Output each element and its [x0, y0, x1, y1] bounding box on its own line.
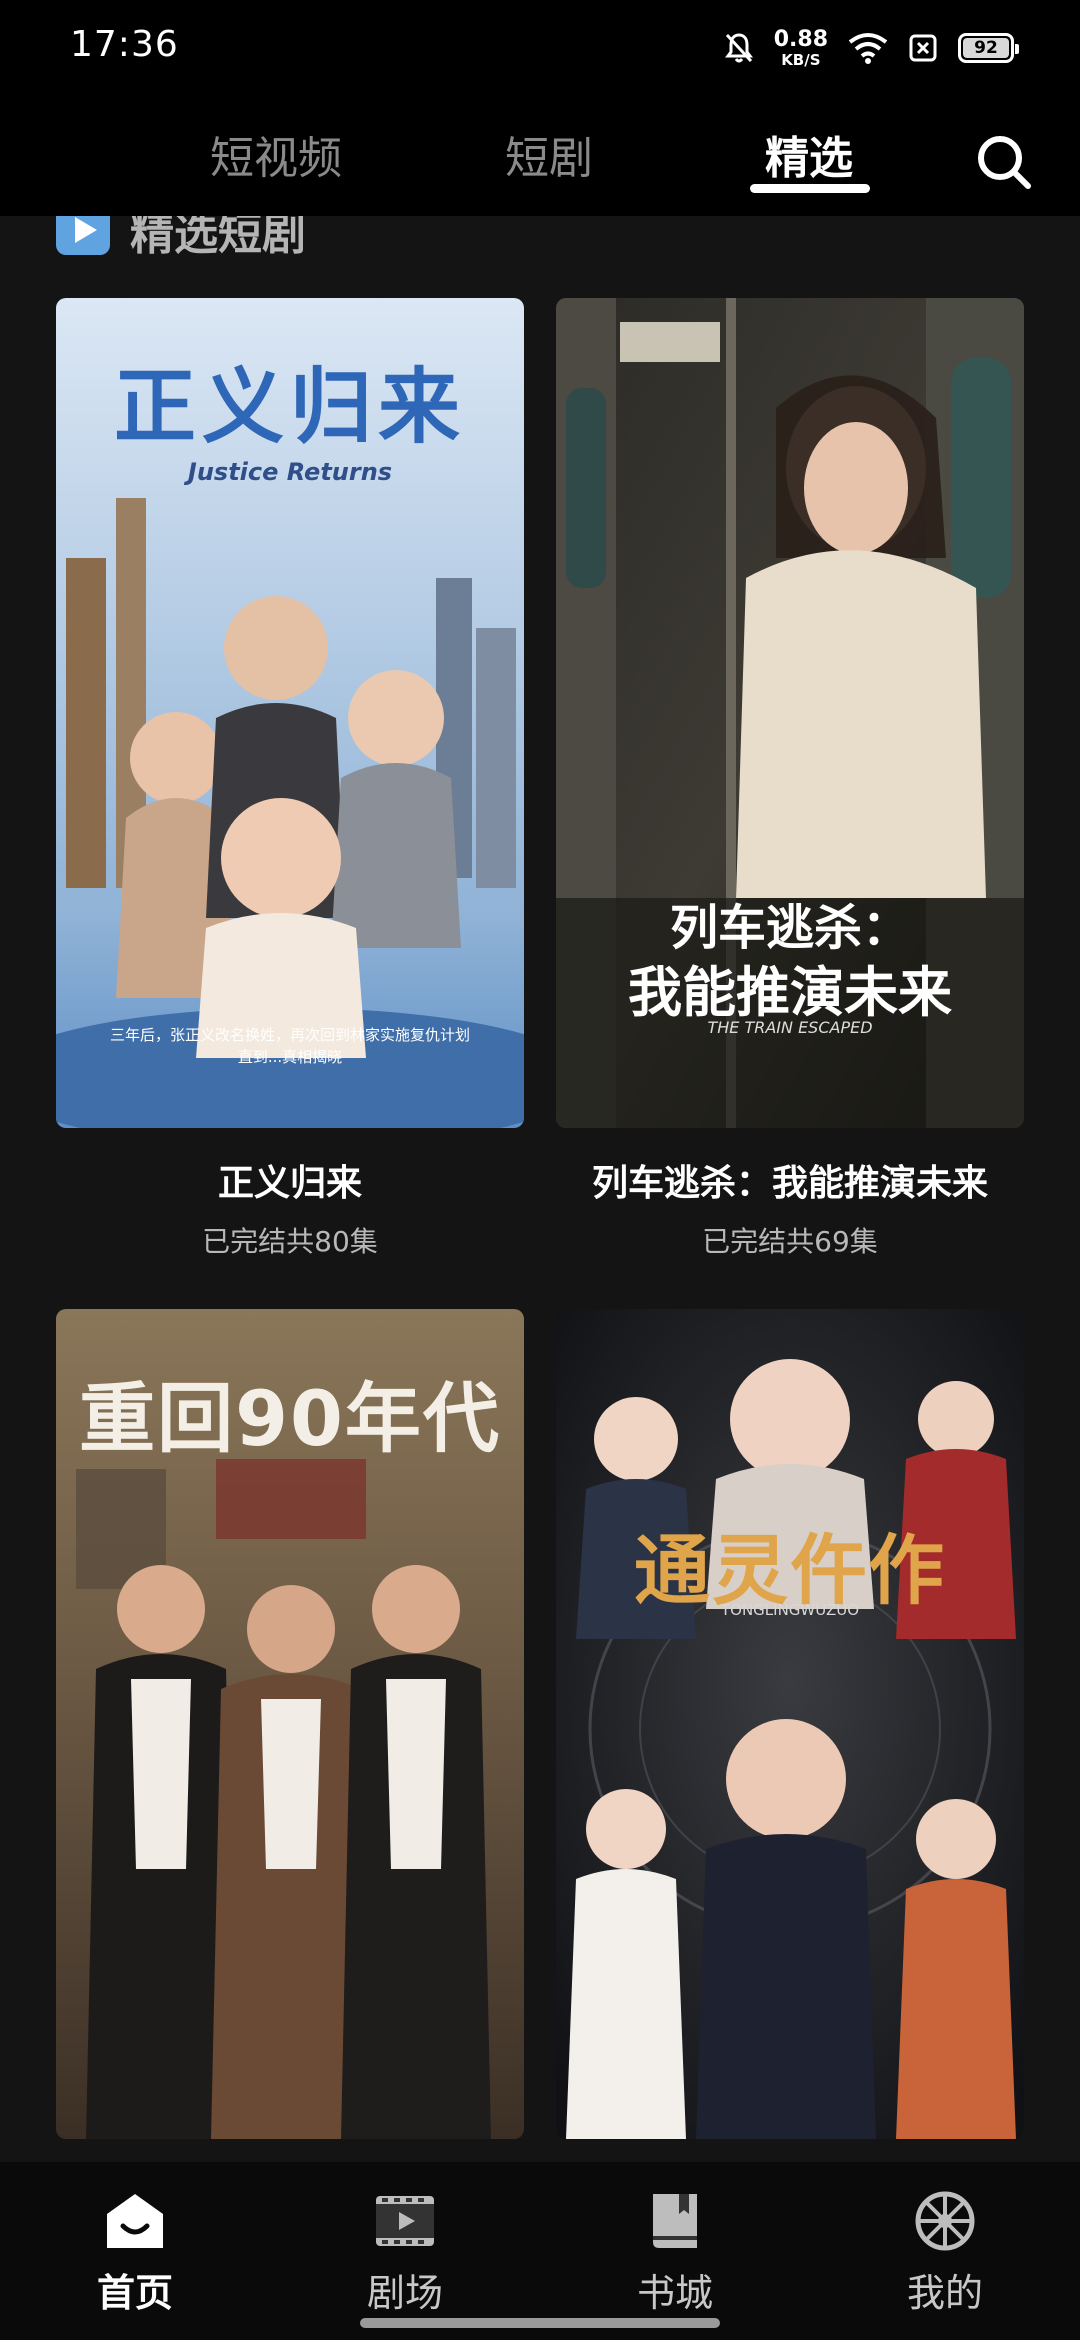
- active-tab-indicator: [750, 184, 870, 193]
- tab-short-video[interactable]: 短视频: [210, 122, 342, 186]
- section-title: 精选短剧: [130, 216, 306, 260]
- net-speed: 0.88 KB/S: [773, 26, 828, 69]
- drama-title[interactable]: 正义归来: [56, 1154, 524, 1206]
- drama-card[interactable]: 重回90年代: [56, 1309, 524, 2139]
- home-indicator[interactable]: [360, 2318, 720, 2328]
- sim-off-icon: [909, 34, 937, 62]
- poster-art: [556, 1309, 1024, 2139]
- battery-level: 92: [974, 38, 998, 58]
- bell-off-icon: [724, 33, 753, 63]
- wifi-icon: [848, 33, 888, 64]
- nav-theater[interactable]: 剧场: [325, 2190, 485, 2317]
- poster-image[interactable]: 重回90年代: [56, 1309, 524, 2139]
- poster-subtitle: Justice Returns: [187, 458, 393, 486]
- play-icon: [56, 216, 110, 255]
- tab-featured[interactable]: 精选: [765, 122, 853, 186]
- featured-feed[interactable]: 精选短剧 正义归来 Justice Returns 三年后，张正义改名换姓，再次…: [0, 216, 1080, 2162]
- drama-title[interactable]: 列车逃杀：我能推演未来: [556, 1154, 1024, 1206]
- nav-profile-label: 我的: [906, 2271, 983, 2315]
- status-bar: 17:36 0.88 KB/S 92: [0, 0, 1080, 96]
- poster-image[interactable]: 正义归来 Justice Returns 三年后，张正义改名换姓，再次回到林家实…: [56, 298, 524, 1128]
- home-icon: [107, 2194, 163, 2248]
- episode-count: 已完结共69集: [702, 1225, 878, 1258]
- nav-bookstore-label: 书城: [636, 2271, 713, 2315]
- poster-subtitle: TONGLINGWUZUO: [720, 1601, 860, 1619]
- profile-wheel-icon: [915, 2191, 975, 2251]
- poster-caption: 直到...真相揭晓: [237, 1048, 343, 1066]
- drama-card[interactable]: 正义归来 Justice Returns 三年后，张正义改名换姓，再次回到林家实…: [56, 298, 524, 1260]
- poster-title: 我能推演未来: [628, 961, 952, 1024]
- section-header: 精选短剧: [56, 216, 306, 260]
- poster-caption: 三年后，张正义改名换姓，再次回到林家实施复仇计划: [109, 1026, 470, 1044]
- tab-short-drama[interactable]: 短剧: [505, 122, 593, 186]
- nav-bookstore[interactable]: 书城: [595, 2190, 755, 2317]
- theater-icon: [376, 2196, 434, 2246]
- search-icon[interactable]: [974, 132, 1034, 192]
- drama-card[interactable]: 列车逃杀： 我能推演未来 THE TRAIN ESCAPED 列车逃杀：我能推演…: [556, 298, 1024, 1260]
- poster-image[interactable]: 列车逃杀： 我能推演未来 THE TRAIN ESCAPED: [556, 298, 1024, 1128]
- drama-card[interactable]: 通灵仵作 TONGLINGWUZUO: [556, 1309, 1024, 2139]
- poster-image[interactable]: 通灵仵作 TONGLINGWUZUO: [556, 1309, 1024, 2139]
- episode-count: 已完结共80集: [202, 1225, 378, 1258]
- bottom-nav: 首页 剧场 书城 我的: [0, 2162, 1080, 2340]
- poster-title: 重回90年代: [79, 1374, 501, 1463]
- net-speed-unit: KB/S: [781, 50, 821, 69]
- nav-home-label: 首页: [96, 2271, 173, 2315]
- poster-title: 正义归来: [113, 360, 466, 455]
- book-icon: [653, 2194, 697, 2248]
- nav-theater-label: 剧场: [366, 2271, 443, 2315]
- nav-profile[interactable]: 我的: [865, 2190, 1025, 2317]
- poster-subtitle: THE TRAIN ESCAPED: [707, 1018, 873, 1037]
- nav-home[interactable]: 首页: [55, 2190, 215, 2317]
- net-speed-value: 0.88: [773, 26, 828, 52]
- battery-icon: 92: [958, 33, 1019, 63]
- top-tab-bar: 短视频 短剧 精选: [0, 96, 1080, 216]
- status-time: 17:36: [70, 24, 179, 65]
- status-icons: 0.88 KB/S 92: [724, 26, 1019, 70]
